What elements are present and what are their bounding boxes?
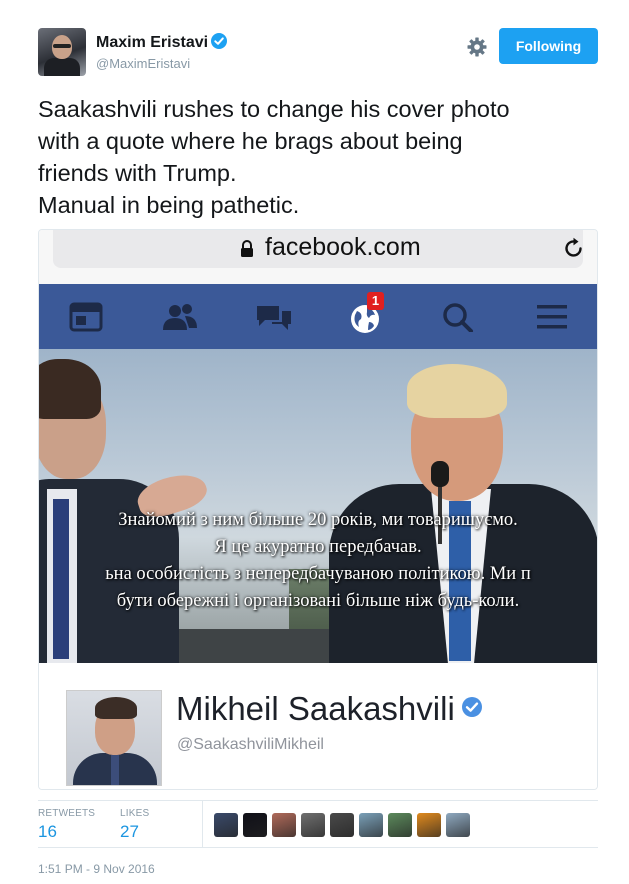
liker-avatar-4[interactable] [301,813,325,837]
url-text: facebook.com [265,233,421,261]
profile-name-row: Mikheil Saakashvili [176,688,483,728]
gear-icon[interactable] [466,36,488,58]
url-field: facebook.com [53,230,583,268]
cover-photo: Знайомий з ним більше 20 років, ми товар… [39,349,597,663]
search-icon [441,302,475,333]
reload-icon [563,236,585,265]
stats-divider [202,801,203,847]
likes-count[interactable]: 27 [120,822,149,842]
author-name[interactable]: Maxim Eristavi [96,34,208,51]
retweets-label: RETWEETS [38,808,96,819]
profile-handle: @SaakashviliMikheil [177,736,324,753]
following-button[interactable]: Following [499,28,598,64]
cover-quote-text: Знайомий з ним більше 20 років, ми товар… [105,510,531,611]
menu-icon [535,302,569,332]
author-handle[interactable]: @MaximEristavi [96,56,227,71]
likes-label: LIKES [120,808,150,819]
retweets-stat[interactable]: RETWEETS 16 [38,808,95,842]
profile-name: Mikheil Saakashvili [176,690,455,727]
tweet-header: Maxim Eristavi @MaximEristavi Following [38,28,598,78]
liker-avatar-1[interactable] [214,813,238,837]
author-info[interactable]: Maxim Eristavi @MaximEristavi [96,33,228,71]
browser-address-bar: facebook.com [39,230,597,284]
news-feed-icon [69,302,103,332]
friends-icon [161,302,197,332]
liker-avatar-7[interactable] [388,813,412,837]
messages-icon [255,302,291,332]
profile-header: Mikheil Saakashvili @SaakashviliMikheil [39,663,597,789]
liker-avatar-9[interactable] [446,813,470,837]
tweet-text: Saakashvili rushes to change his cover p… [38,96,510,218]
retweets-count[interactable]: 16 [38,822,95,842]
notification-count-badge: 1 [367,292,384,310]
liker-avatar-2[interactable] [243,813,267,837]
liker-avatar-3[interactable] [272,813,296,837]
likes-stat[interactable]: LIKES 27 [120,808,149,842]
tweet-timestamp[interactable]: 1:51 PM - 9 Nov 2016 [38,862,155,876]
tweet-media-image[interactable]: facebook.com 1 Знайомий з ним більше 20 … [38,229,598,790]
profile-picture [66,690,162,786]
liker-avatar-8[interactable] [417,813,441,837]
profile-verified-icon [461,688,483,726]
liker-avatars [214,813,470,837]
author-avatar[interactable] [38,28,86,76]
facebook-nav-bar: 1 [39,284,597,349]
lock-icon [239,239,255,264]
liker-avatar-6[interactable] [359,813,383,837]
tweet-stats: RETWEETS 16 LIKES 27 [38,800,598,848]
verified-badge-icon [211,33,228,54]
liker-avatar-5[interactable] [330,813,354,837]
